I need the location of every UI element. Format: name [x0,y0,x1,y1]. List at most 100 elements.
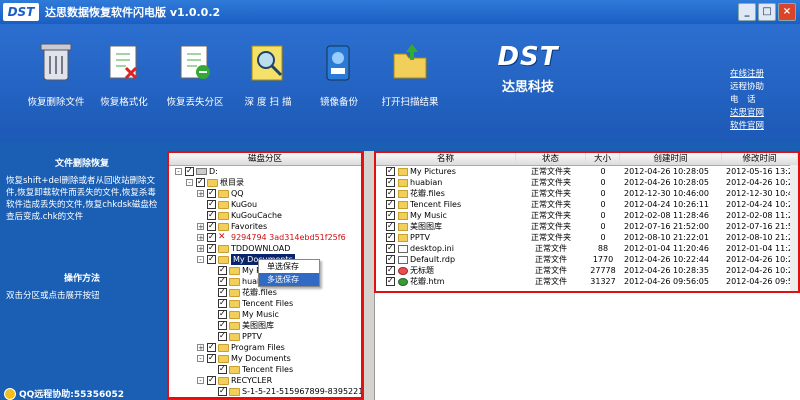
tree-checkbox[interactable] [207,341,216,352]
tree-row[interactable]: + QQ [169,187,361,199]
folder-icon [229,300,240,308]
tree-row[interactable]: KuGou [169,198,361,210]
file-checkbox[interactable] [386,177,395,187]
method-title: 操作方法 [63,274,100,284]
tree-checkbox[interactable] [218,286,227,297]
tree-row[interactable]: + TDDOWNLOAD [169,242,361,254]
tree-checkbox[interactable] [207,209,216,220]
site-link[interactable]: 达思官网 [730,107,764,120]
tree-checkbox[interactable] [207,231,216,242]
collapse-icon[interactable]: - [175,168,182,176]
table-row[interactable]: 美图图库 正常文件夹 0 2012-07-16 21:52:00 2012-07-16 … [376,221,798,232]
splitter[interactable] [364,151,374,400]
tree-row[interactable]: - 根目录 [169,176,361,188]
table-row[interactable]: 花瓣.htm 正常文件 31327 2012-04-26 09:56:05 2012-0… [376,276,798,287]
menu-item-multi-save[interactable]: 多选保存 [259,273,319,286]
qq-support[interactable]: QQ远程协助:55356052 [4,387,124,400]
col-status[interactable]: 状态 [516,153,586,165]
register-link[interactable]: 在线注册 [730,68,764,81]
file-checkbox[interactable] [386,265,395,275]
table-row[interactable]: PPTV 正常文件夹 0 2012-08-10 21:22:01 2012-08-10 … [376,232,798,243]
file-checkbox[interactable] [386,199,395,209]
table-row[interactable]: desktop.ini 正常文件 88 2012-01-04 11:20:46 2012… [376,243,798,254]
tree-row[interactable]: 花瓣.files [169,286,361,298]
tree-checkbox[interactable] [218,297,227,308]
tree-checkbox[interactable] [218,308,227,319]
file-status: 正常文件 [535,266,567,275]
close-button[interactable]: × [778,3,796,21]
toolbar-button-5[interactable]: 镜像备份 [299,40,379,108]
tree-checkbox[interactable] [207,187,216,198]
tree-row[interactable]: S-1-5-21-515967899-839522115-37 [169,385,361,397]
table-row[interactable]: Default.rdp 正常文件 1770 2012-04-26 10:22:44 20… [376,254,798,265]
toolbar-button-3[interactable]: 恢复丢失分区 [155,40,235,108]
toolbar-button-4[interactable]: 深 度 扫 描 [228,40,308,108]
table-row[interactable]: My Music 正常文件夹 0 2012-02-08 11:28:46 2012-02… [376,210,798,221]
collapse-icon[interactable]: - [197,355,204,363]
file-size: 0 [600,189,606,198]
collapse-icon[interactable]: - [197,256,204,264]
maximize-button[interactable]: □ [758,3,776,21]
file-checkbox[interactable] [386,210,395,220]
tree-row[interactable]: + Favorites [169,220,361,232]
file-checkbox[interactable] [386,276,395,286]
col-name[interactable]: 名称 [376,153,516,165]
soft-site-link[interactable]: 软件官网 [730,120,764,133]
file-checkbox[interactable] [386,243,395,253]
col-size[interactable]: 大小 [586,153,620,165]
toolbar-button-2[interactable]: 恢复格式化 [84,40,164,108]
tree-checkbox[interactable] [218,330,227,341]
file-checkbox[interactable] [386,254,395,264]
tree-checkbox[interactable] [185,165,194,176]
tree-checkbox[interactable] [207,352,216,363]
collapse-icon[interactable]: - [186,179,193,187]
tree-checkbox[interactable] [207,220,216,231]
tree-checkbox[interactable] [196,176,205,187]
tree-row[interactable]: + Program Files [169,341,361,353]
tree-row[interactable]: - My Documents [169,352,361,364]
toolbar-button-6[interactable]: 打开扫描结果 [370,40,450,108]
tree-row[interactable]: + ✕ 9294794 3ad314ebd51f25f6 [169,231,361,243]
table-row[interactable]: 无标题 正常文件 27778 2012-04-26 10:28:35 2012-04-2… [376,265,798,276]
menu-item-single-save[interactable]: 单选保存 [259,260,319,273]
expand-icon[interactable]: + [197,190,204,198]
table-row[interactable]: 花瓣.files 正常文件夹 0 2012-12-30 10:46:00 2012-12… [376,188,798,199]
table-row[interactable]: Tencent Files 正常文件夹 0 2012-04-24 10:26:11 20… [376,199,798,210]
minimize-button[interactable]: _ [738,3,756,21]
expand-icon[interactable]: + [197,223,204,231]
expand-icon[interactable]: + [197,234,204,242]
file-created: 2012-04-24 10:26:11 [624,200,709,209]
tree-checkbox[interactable] [207,242,216,253]
tree-row[interactable]: Tencent Files [169,363,361,375]
file-checkbox[interactable] [386,221,395,231]
tree-checkbox[interactable] [218,264,227,275]
table-row[interactable]: huabian 正常文件夹 0 2012-04-26 10:28:05 2012-04-… [376,177,798,188]
expand-icon[interactable]: + [197,245,204,253]
tree-checkbox[interactable] [207,253,216,264]
collapse-icon[interactable]: - [197,377,204,385]
tree-row[interactable]: Tencent Files [169,297,361,309]
tree-row[interactable]: PPTV [169,330,361,342]
tree-row[interactable]: KuGouCache [169,209,361,221]
htm-icon [398,278,408,286]
tree-checkbox[interactable] [218,275,227,286]
file-scrollbar[interactable] [790,165,798,291]
tree-checkbox[interactable] [207,198,216,209]
col-created[interactable]: 创建时间 [620,153,722,165]
tree-checkbox[interactable] [218,363,227,374]
col-modified[interactable]: 修改时间 [722,153,798,165]
file-created: 2012-04-26 10:28:05 [624,167,709,176]
file-checkbox[interactable] [386,232,395,242]
expand-icon[interactable]: + [197,344,204,352]
file-checkbox[interactable] [386,188,395,198]
tree-checkbox[interactable] [218,319,227,330]
tree-row[interactable]: - RECYCLER [169,374,361,386]
tree-checkbox[interactable] [207,374,216,385]
file-checkbox[interactable] [386,166,395,176]
tree-row[interactable]: 美图图库 [169,319,361,331]
remote-link[interactable]: 远程协助 [730,81,764,94]
tree-checkbox[interactable] [218,385,227,396]
tree-row[interactable]: My Music [169,308,361,320]
file-name: 花瓣.htm [410,277,445,286]
table-row[interactable]: My Pictures 正常文件夹 0 2012-04-26 10:28:05 2012… [376,166,798,177]
